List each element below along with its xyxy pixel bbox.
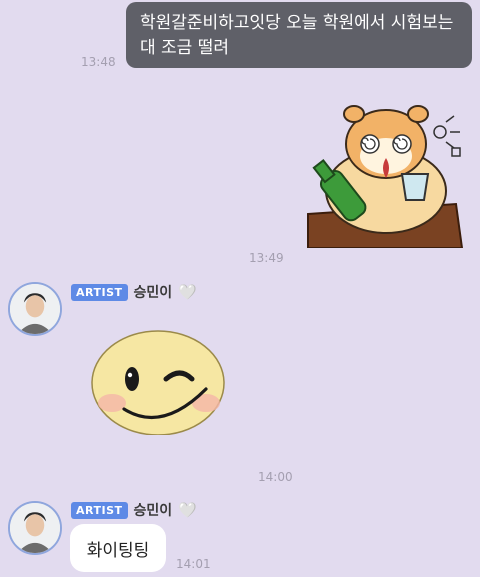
- outgoing-message-time: 13:48: [81, 55, 116, 69]
- avatar-photo: [10, 284, 60, 334]
- artist-header-2: ARTIST 승민이 🤍: [71, 500, 197, 520]
- incoming-message-time: 14:01: [176, 557, 211, 571]
- artist-name-2[interactable]: 승민이: [134, 500, 173, 520]
- artist-avatar[interactable]: [8, 282, 62, 336]
- hamster-sticker[interactable]: [306, 96, 466, 248]
- sticker-time: 13:49: [249, 251, 284, 265]
- outgoing-message-bubble[interactable]: 학원갈준비하고잇당 오늘 학원에서 시험보는대 조금 떨려: [126, 2, 472, 68]
- heart-icon-2: 🤍: [178, 501, 197, 519]
- wink-smiley-sticker[interactable]: [90, 327, 226, 435]
- incoming-message-bubble[interactable]: 화이팅팅: [70, 524, 166, 572]
- artist-avatar-2[interactable]: [8, 501, 62, 555]
- artist-name[interactable]: 승민이: [134, 282, 173, 302]
- avatar-photo-2: [10, 503, 60, 553]
- heart-icon: 🤍: [178, 283, 197, 301]
- artist-badge: ARTIST: [71, 283, 128, 301]
- sticker-time-2: 14:00: [258, 470, 293, 484]
- artist-header: ARTIST 승민이 🤍: [71, 282, 197, 302]
- incoming-message-text: 화이팅팅: [86, 540, 150, 561]
- outgoing-message-text: 학원갈준비하고잇당 오늘 학원에서 시험보는대 조금 떨려: [140, 13, 454, 58]
- artist-badge-2: ARTIST: [71, 501, 128, 519]
